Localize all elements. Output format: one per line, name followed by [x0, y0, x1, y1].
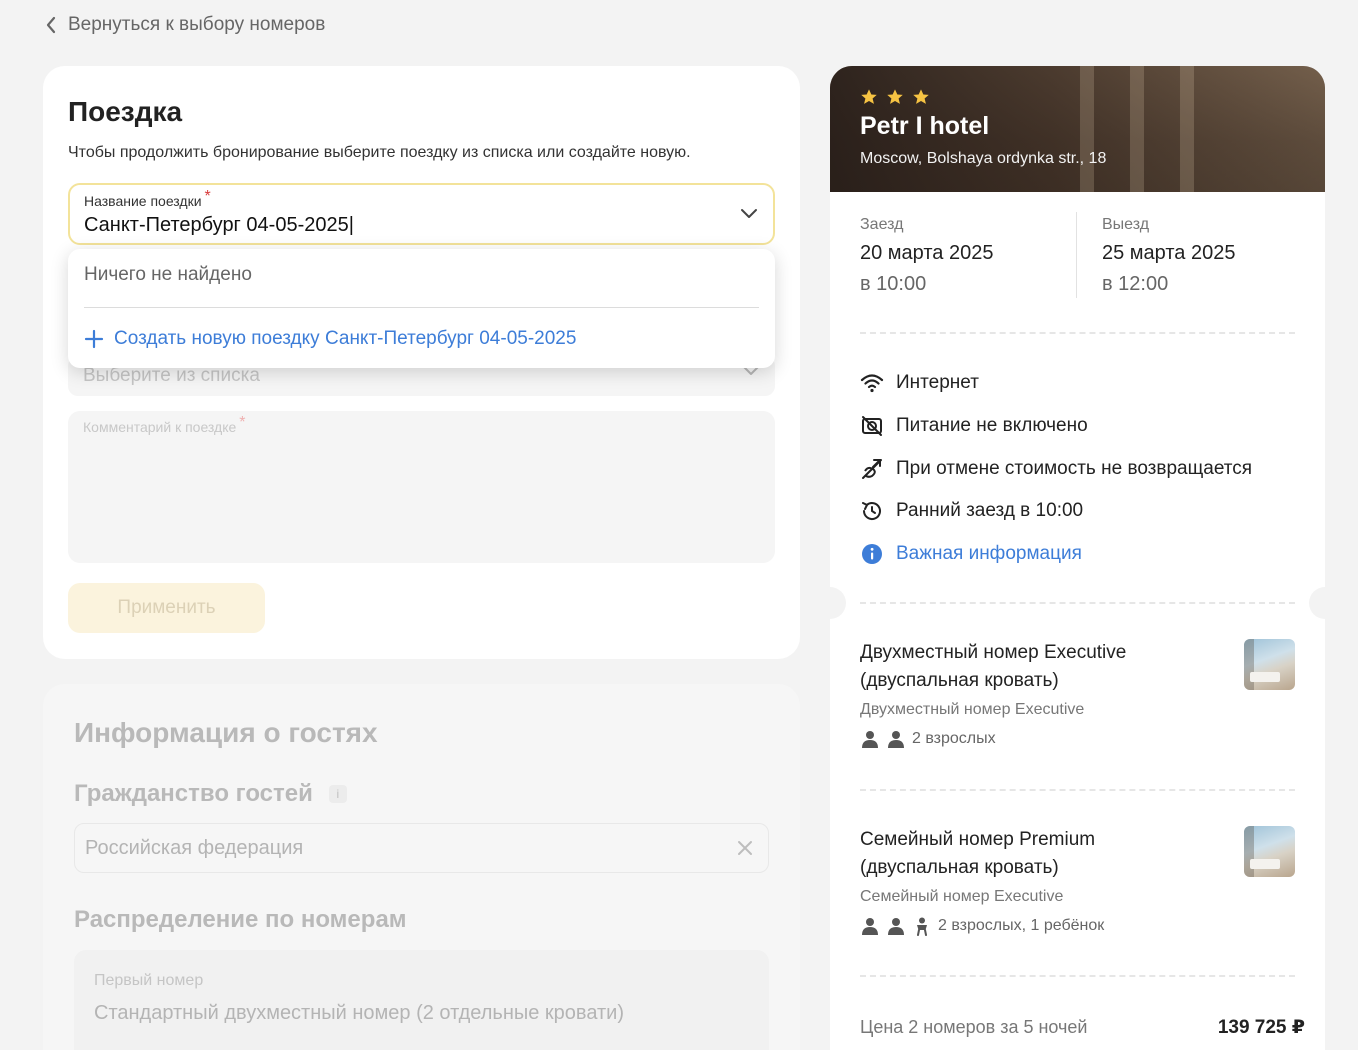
hotel-address: Moscow, Bolshaya ordynka str., 18 — [860, 150, 1107, 167]
checkin-label: Заезд — [860, 216, 904, 233]
clear-icon[interactable] — [736, 839, 754, 857]
wifi-icon — [860, 374, 884, 393]
occupancy-text: 2 взрослых — [912, 730, 996, 747]
child-icon — [917, 917, 927, 936]
plus-icon — [84, 329, 104, 349]
citizenship-label: Гражданство гостей — [74, 780, 313, 807]
citizenship-heading: Гражданство гостей i — [74, 780, 347, 808]
checkin-time: в 10:00 — [860, 273, 927, 295]
distribution-heading: Распределение по номерам — [74, 906, 407, 933]
chevron-left-icon — [46, 16, 56, 34]
create-trip-label: Создать новую поездку Санкт-Петербург 04… — [114, 328, 577, 349]
trip-name-dropdown: Ничего не найдено Создать новую поездку … — [68, 249, 775, 368]
amenity-text: Ранний заезд в 10:00 — [896, 500, 1084, 521]
checkin-block: Заезд 20 марта 2025 в 10:00 — [860, 216, 993, 296]
occupancy-text: 2 взрослых, 1 ребёнок — [938, 917, 1105, 934]
important-info-label: Важная информация — [896, 543, 1082, 564]
apply-button[interactable]: Применить — [68, 583, 265, 633]
info-icon[interactable]: i — [328, 785, 347, 803]
first-room-label: Первый номер — [94, 972, 204, 989]
price-label: Цена 2 номеров за 5 ночей — [860, 1017, 1088, 1037]
divider — [860, 975, 1295, 977]
divider — [860, 789, 1295, 791]
amenity-meal: Питание не включено — [860, 414, 1088, 438]
room-occupancy: 2 взрослых, 1 ребёнок — [860, 916, 1295, 936]
amenity-text: Интернет — [896, 372, 979, 393]
adult-icon — [888, 918, 904, 935]
amenity-text: При отмене стоимость не возвращается — [896, 458, 1253, 479]
amenity-cancellation: При отмене стоимость не возвращается — [860, 457, 1252, 481]
first-room-block[interactable]: Первый номер Стандартный двухместный ном… — [74, 950, 769, 1050]
star-icon — [887, 89, 903, 104]
room-subtitle: Семейный номер Executive — [860, 888, 1064, 905]
divider — [860, 602, 1295, 604]
ticket-notch — [830, 587, 846, 619]
amenity-early-checkin: Ранний заезд в 10:00 — [860, 499, 1083, 523]
hotel-banner: Petr I hotel Moscow, Bolshaya ordynka st… — [830, 66, 1325, 192]
hotel-name: Petr I hotel — [860, 112, 990, 140]
dropdown-empty-text: Ничего не найдено — [84, 264, 252, 285]
adult-icon — [862, 918, 878, 935]
back-link-label: Вернуться к выбору номеров — [68, 14, 326, 35]
citizenship-value: Российская федерация — [85, 837, 304, 859]
important-info-link[interactable]: Важная информация — [860, 542, 1082, 566]
checkin-date: 20 марта 2025 — [860, 242, 994, 264]
room-title: Семейный номер Premium (двуспальная кров… — [860, 829, 1096, 878]
divider — [1076, 212, 1077, 298]
room-subtitle: Двухместный номер Executive — [860, 701, 1085, 718]
star-icon — [861, 89, 877, 104]
adult-icon — [862, 731, 878, 748]
back-link[interactable]: Вернуться к выбору номеров — [44, 14, 325, 36]
trip-description: Чтобы продолжить бронирование выберите п… — [68, 144, 691, 161]
required-mark: * — [239, 414, 246, 431]
guests-card: Информация о гостях Гражданство гостей i… — [43, 684, 800, 1050]
price-row: Цена 2 номеров за 5 ночей 139 725 ₽ — [860, 1016, 1305, 1039]
price-value: 139 725 ₽ — [1217, 1017, 1305, 1038]
trip-select-placeholder: Выберите из списка — [83, 365, 260, 386]
trip-comment-label: Комментарий к поездке * — [83, 414, 246, 435]
trip-name-label: Название поездки * — [84, 188, 211, 209]
room-thumbnail[interactable] — [1244, 639, 1295, 690]
ticket-notch — [1309, 587, 1325, 619]
trip-name-input[interactable]: Санкт-Петербург 04-05-2025| — [84, 214, 354, 237]
divider — [84, 307, 759, 308]
room-item: Двухместный номер Executive (двуспальная… — [860, 639, 1295, 749]
guests-title: Информация о гостях — [74, 717, 378, 748]
first-room-value: Стандартный двухместный номер (2 отдельн… — [94, 1002, 624, 1024]
trip-title: Поездка — [68, 96, 183, 127]
checkout-block: Выезд 25 марта 2025 в 12:00 — [1102, 216, 1235, 296]
checkout-date: 25 марта 2025 — [1102, 242, 1236, 264]
no-meal-icon — [862, 416, 882, 436]
checkout-label: Выезд — [1102, 216, 1150, 233]
create-trip-option[interactable]: Создать новую поездку Санкт-Петербург 04… — [84, 328, 576, 350]
room-title: Двухместный номер Executive (двуспальная… — [860, 642, 1127, 691]
adult-icon — [888, 731, 904, 748]
amenity-internet: Интернет — [860, 371, 979, 395]
divider — [860, 332, 1295, 334]
non-refundable-icon — [862, 459, 882, 479]
required-mark: * — [204, 188, 211, 205]
checkout-time: в 12:00 — [1102, 273, 1169, 295]
trip-name-field[interactable]: Название поездки * Санкт-Петербург 04-05-… — [68, 183, 775, 245]
hotel-summary-card: Petr I hotel Moscow, Bolshaya ordynka st… — [830, 66, 1325, 1050]
citizenship-input[interactable]: Российская федерация — [74, 823, 769, 873]
room-item: Семейный номер Premium (двуспальная кров… — [860, 826, 1295, 936]
amenity-text: Питание не включено — [896, 415, 1088, 436]
early-checkin-icon — [862, 502, 881, 520]
trip-comment-field[interactable]: Комментарий к поездке * — [68, 411, 775, 563]
room-thumbnail[interactable] — [1244, 826, 1295, 877]
room-occupancy: 2 взрослых — [860, 729, 1295, 749]
chevron-down-icon[interactable] — [739, 207, 759, 221]
info-icon — [862, 544, 882, 564]
star-icon — [913, 89, 929, 104]
hotel-stars — [860, 88, 930, 106]
stay-dates: Заезд 20 марта 2025 в 10:00 Выезд 25 мар… — [860, 212, 1295, 302]
